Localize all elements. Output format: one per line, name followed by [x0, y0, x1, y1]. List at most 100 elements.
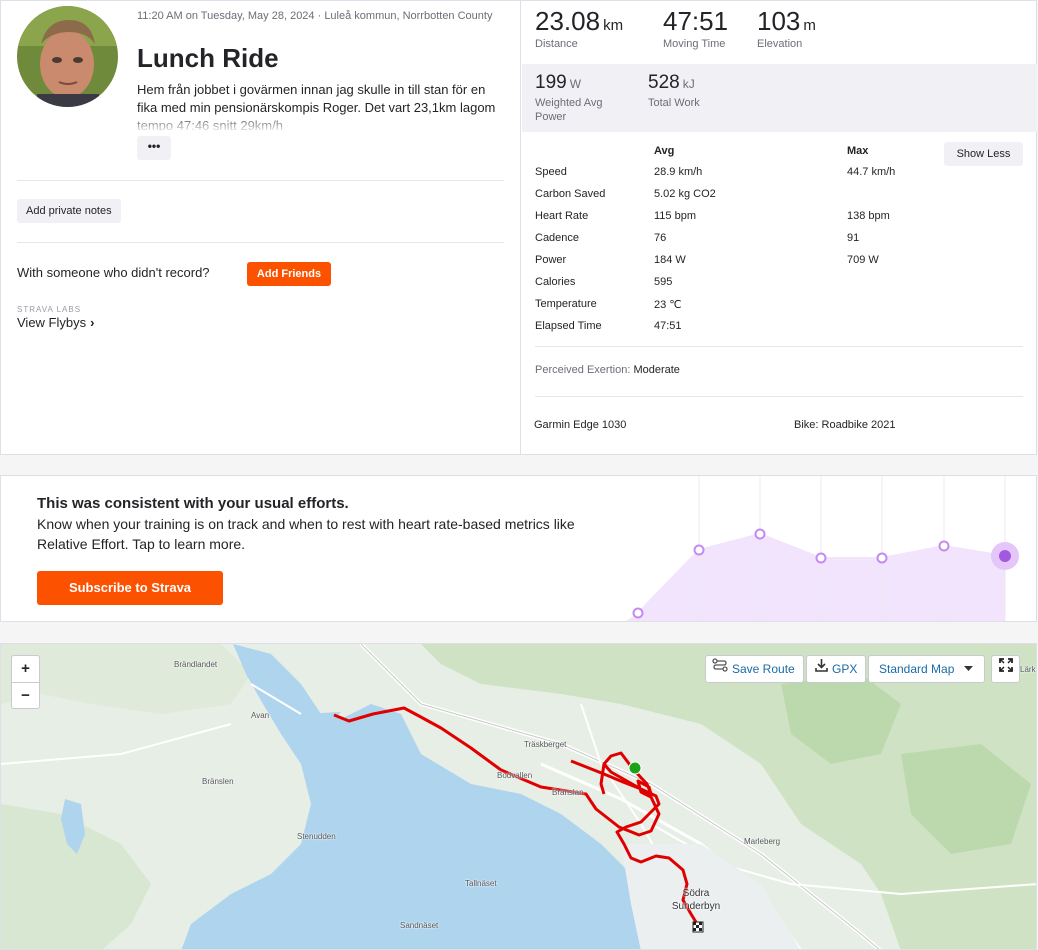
town-label-line: Sunderbyn: [671, 901, 721, 912]
perceived-exertion-value: Moderate: [633, 364, 680, 376]
perceived-exertion: Perceived Exertion: Moderate: [535, 364, 680, 376]
total-work-value: 528: [648, 72, 680, 93]
map-canvas[interactable]: [1, 644, 1037, 950]
save-route-label: Save Route: [732, 662, 795, 676]
effort-point: [693, 544, 705, 556]
map-label: Tallnäset: [465, 879, 497, 888]
view-flybys-label: View Flybys: [17, 315, 87, 330]
town-label-line: Södra: [682, 888, 710, 899]
elevation-label: Elevation: [757, 38, 803, 50]
moving-time-value: 47:51: [663, 6, 729, 36]
stat-moving-time: 47:51 Moving Time: [663, 6, 728, 50]
detail-label: Elapsed Time: [535, 320, 602, 332]
avatar[interactable]: [17, 6, 118, 107]
gpx-download-button[interactable]: GPX: [806, 655, 866, 683]
more-button[interactable]: •••: [137, 136, 171, 160]
map-label: Bränslen: [202, 777, 234, 786]
map-label: Bodvallen: [497, 771, 533, 780]
detail-avg: 28.9 km/h: [654, 166, 703, 178]
map-label: Brändlandet: [174, 660, 218, 669]
detail-row: Heart Rate 115 bpm 138 bpm: [535, 210, 1015, 232]
avg-header: Avg: [654, 145, 675, 157]
detail-label: Heart Rate: [535, 210, 589, 222]
relative-effort-text: Know when your training is on track and …: [37, 516, 575, 552]
chevron-down-icon: [963, 655, 973, 681]
stat-weighted-power: 199 W Weighted Avg Power: [535, 72, 630, 124]
with-someone-text: With someone who didn't record?: [17, 265, 210, 280]
effort-point: [938, 540, 950, 552]
detail-avg: 76: [654, 232, 667, 244]
detail-max: 91: [847, 232, 860, 244]
relative-effort-title: This was consistent with your usual effo…: [37, 495, 349, 512]
detail-row: Temperature 23 ℃: [535, 298, 1015, 320]
zoom-out-button[interactable]: −: [12, 683, 39, 709]
add-private-notes-button[interactable]: Add private notes: [17, 199, 121, 223]
detail-avg: 47:51: [654, 320, 682, 332]
detail-row: Carbon Saved 5.02 kg CO2: [535, 188, 1015, 210]
stat-distance: 23.08 km Distance: [535, 6, 623, 50]
effort-point: [815, 552, 827, 564]
map-label: Lärke: [1020, 665, 1036, 674]
bike-name: Bike: Roadbike 2021: [794, 419, 896, 431]
stat-elevation: 103 m Elevation: [757, 6, 816, 50]
activity-header: 11:20 AM on Tuesday, May 28, 2024 · Lule…: [1, 1, 520, 454]
stats-panel: 23.08 km Distance 47:51 Moving Time 103 m …: [520, 1, 1037, 454]
weighted-power-value: 199: [535, 72, 567, 93]
detail-avg: 184 W: [654, 254, 686, 266]
view-flybys-link[interactable]: View Flybys ›: [17, 315, 94, 330]
town-label: Södra Sunderbyn: [661, 887, 731, 913]
divider: [535, 396, 1023, 397]
relative-effort-card[interactable]: This was consistent with your usual effo…: [0, 475, 1037, 622]
effort-point: [876, 552, 888, 564]
distance-label: Distance: [535, 38, 578, 50]
detail-label: Speed: [535, 166, 567, 178]
map-label: Sandnäset: [400, 921, 439, 930]
map-label: Stenudden: [297, 832, 336, 841]
detail-avg: 5.02 kg CO2: [654, 188, 716, 200]
detail-label: Power: [535, 254, 567, 266]
zoom-in-button[interactable]: +: [12, 656, 39, 682]
detail-row: Calories 595: [535, 276, 1015, 298]
detail-row: Cadence 76 91: [535, 232, 1015, 254]
activity-meta: 11:20 AM on Tuesday, May 28, 2024 · Lule…: [137, 10, 493, 22]
distance-unit: km: [603, 17, 624, 34]
map-type-select[interactable]: Standard Map: [868, 655, 985, 683]
subscribe-button[interactable]: Subscribe to Strava: [37, 571, 223, 605]
perceived-exertion-label: Perceived Exertion:: [535, 364, 631, 376]
effort-point: [754, 528, 766, 540]
effort-point: [632, 607, 644, 619]
finish-flag-icon: [692, 921, 704, 933]
add-friends-button[interactable]: Add Friends: [247, 262, 331, 286]
route-map[interactable]: Brändlandet Avan Bränslen Stenudden Träs…: [0, 643, 1037, 950]
strava-labs-label: STRAVA LABS: [17, 305, 82, 314]
device-name: Garmin Edge 1030: [534, 419, 627, 431]
detail-label: Calories: [535, 276, 576, 288]
weighted-power-unit: W: [569, 77, 582, 91]
detail-avg: 115 bpm: [654, 210, 696, 222]
detail-label: Temperature: [535, 298, 597, 310]
save-route-button[interactable]: Save Route: [705, 655, 804, 683]
map-label: Marleberg: [744, 837, 781, 846]
fullscreen-button[interactable]: [991, 655, 1020, 683]
show-less-button[interactable]: Show Less: [944, 142, 1023, 166]
weighted-power-label: Weighted Avg Power: [535, 97, 603, 123]
distance-value: 23.08: [535, 6, 601, 36]
fullscreen-icon: [998, 655, 1013, 681]
relative-effort-chart: [626, 476, 1019, 621]
map-label: Bränslan: [552, 788, 584, 797]
detail-label: Cadence: [535, 232, 580, 244]
detail-max: 709 W: [847, 254, 879, 266]
divider: [17, 180, 504, 181]
chevron-right-icon: ›: [90, 315, 95, 330]
max-header: Max: [847, 145, 869, 157]
detail-row: Elapsed Time 47:51: [535, 320, 1015, 342]
route-icon: [712, 655, 728, 681]
detail-max: 138 bpm: [847, 210, 890, 222]
elevation-unit: m: [803, 17, 816, 34]
gpx-label: GPX: [832, 662, 858, 676]
divider: [535, 346, 1023, 347]
detail-max: 44.7 km/h: [847, 166, 896, 178]
detail-row: Power 184 W 709 W: [535, 254, 1015, 276]
current-effort-point: [999, 550, 1011, 562]
activity-card: 11:20 AM on Tuesday, May 28, 2024 · Lule…: [0, 0, 1037, 455]
